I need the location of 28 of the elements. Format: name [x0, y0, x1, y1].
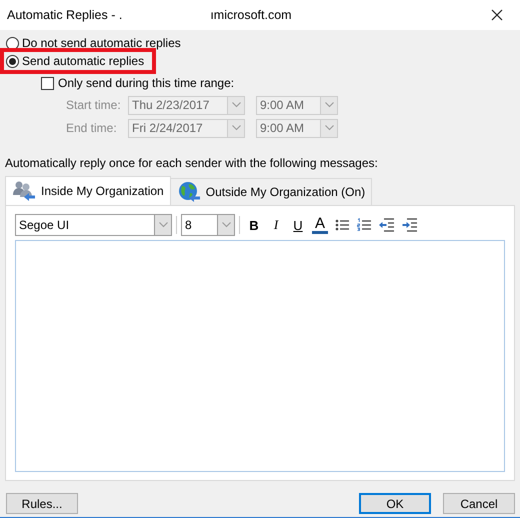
radio-button[interactable]	[6, 36, 19, 50]
underline-button[interactable]: U	[290, 215, 306, 235]
field-label: Start time:	[66, 98, 122, 112]
globe-icon	[176, 181, 201, 203]
tab[interactable]: Inside My Organization	[5, 176, 171, 205]
checkbox-label: Only send during this time range:	[58, 76, 234, 90]
chevron-icon	[222, 222, 230, 228]
chevron-icon	[324, 102, 334, 108]
chevron-icon	[232, 125, 240, 131]
radio-label: Send automatic replies	[22, 54, 144, 68]
dialog-button[interactable]: Cancel	[443, 493, 515, 514]
chevron-icon	[232, 102, 240, 108]
people-icon	[12, 180, 36, 202]
radio-label: Do not send automatic replies	[22, 36, 181, 50]
bold-button[interactable]: B	[246, 215, 262, 235]
window-title: ımicrosoft.com	[210, 8, 292, 22]
font-color-button[interactable]: A	[312, 216, 328, 234]
dialog-button[interactable]: OK	[359, 493, 431, 514]
radio-button[interactable]	[6, 54, 19, 68]
dialog-button[interactable]: Rules...	[6, 493, 78, 514]
instruction-text: Automatically reply once for each sender with the following messages:	[5, 156, 379, 170]
window-title: Automatic Replies - .	[7, 8, 122, 22]
tab[interactable]: Outside My Organization (On)	[170, 178, 372, 205]
italic-button[interactable]: I	[268, 215, 284, 235]
field-label: End time:	[66, 121, 118, 135]
chevron-icon	[324, 125, 334, 131]
chevron-icon	[158, 222, 168, 228]
close-icon	[491, 9, 503, 21]
